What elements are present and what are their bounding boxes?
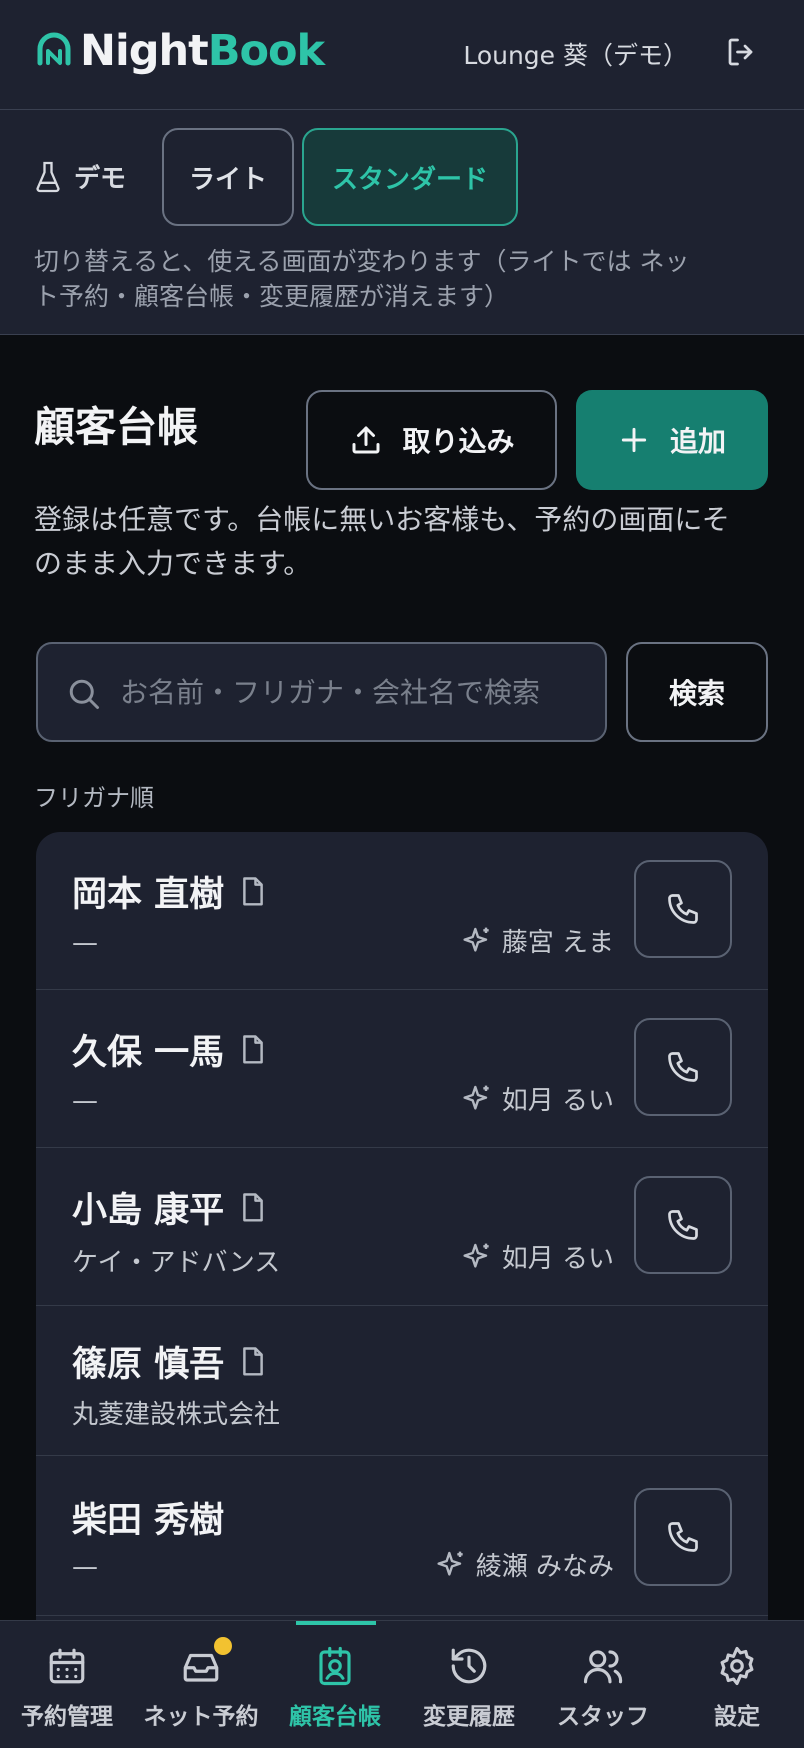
customer-row[interactable]: 小島 康平 ケイ・アドバンス 如月 るい — [36, 1148, 768, 1306]
flask-icon — [36, 161, 60, 192]
assigned-staff: 綾瀬 みなみ — [436, 1546, 614, 1583]
customer-name-text: 柴田 秀樹 — [72, 1501, 225, 1541]
demo-label-text: デモ — [74, 164, 127, 194]
history-icon — [451, 1648, 487, 1684]
assigned-staff-name: 綾瀬 みなみ — [475, 1552, 614, 1582]
demo-plan-bar: デモ ライト スタンダード 切り替えると、使える画面が変わります（ライトでは ネ… — [0, 110, 804, 335]
import-button[interactable]: 取り込み — [306, 390, 557, 490]
memo-icon — [243, 1192, 264, 1222]
assigned-staff-name: 如月 るい — [501, 1244, 614, 1274]
sparkle-icon — [463, 1243, 489, 1268]
customer-company: ケイ・アドバンス — [72, 1248, 281, 1278]
assigned-staff: 如月 るい — [462, 1238, 614, 1275]
plan-switch-note: 切り替えると、使える画面が変わります（ライトでは ネット予約・顧客台帳・変更履歴… — [34, 247, 690, 311]
sparkle-icon — [437, 1551, 463, 1576]
store-name: Lounge 葵（デモ） — [463, 41, 688, 70]
tab-label: 予約管理 — [21, 1704, 113, 1730]
add-button-label: 追加 — [669, 425, 726, 458]
phone-icon — [668, 1522, 698, 1552]
memo-icon — [243, 1034, 264, 1064]
assigned-staff: 藤宮 えま — [462, 922, 614, 959]
import-button-label: 取り込み — [402, 425, 515, 458]
tab-customer-ledger[interactable]: 顧客台帳 — [268, 1621, 402, 1748]
phone-icon — [668, 1210, 698, 1240]
tab-settings[interactable]: 設定 — [670, 1621, 804, 1748]
logo-text-book: Book — [207, 26, 325, 76]
customer-name: 久保 一馬 — [72, 1024, 268, 1075]
call-button[interactable] — [634, 1488, 732, 1586]
sparkle-icon — [463, 1085, 489, 1110]
customer-name-text: 岡本 直樹 — [72, 875, 225, 915]
customer-row[interactable]: 岡本 直樹 — 藤宮 えま — [36, 832, 768, 990]
customer-row[interactable]: 柴田 秀樹 — 綾瀬 みなみ — [36, 1456, 768, 1616]
calendar-icon — [49, 1648, 85, 1684]
customer-name: 柴田 秀樹 — [72, 1492, 224, 1543]
tab-reservations[interactable]: 予約管理 — [0, 1621, 134, 1748]
customer-name-text: 久保 一馬 — [72, 1033, 225, 1073]
customer-name: 小島 康平 — [72, 1182, 268, 1233]
logo-text-night: Night — [80, 26, 209, 76]
search-input[interactable] — [120, 644, 600, 740]
customer-row[interactable]: 久保 一馬 — 如月 るい — [36, 990, 768, 1148]
tab-label: 顧客台帳 — [289, 1704, 381, 1730]
gear-icon — [720, 1646, 754, 1686]
contact-book-icon — [319, 1646, 351, 1686]
phone-icon — [668, 894, 698, 924]
tab-label: スタッフ — [557, 1704, 649, 1730]
tab-label: 変更履歴 — [423, 1704, 515, 1730]
call-button[interactable] — [634, 1018, 732, 1116]
tab-staff[interactable]: スタッフ — [536, 1621, 670, 1748]
call-button[interactable] — [634, 1176, 732, 1274]
app-header: NightBook Lounge 葵（デモ） — [0, 0, 804, 110]
tab-label: 設定 — [714, 1704, 760, 1730]
memo-icon — [243, 1346, 264, 1376]
plan-lite-button[interactable]: ライト — [162, 128, 294, 226]
customer-name-text: 篠原 慎吾 — [72, 1345, 225, 1385]
call-button[interactable] — [634, 860, 732, 958]
app-logo[interactable]: NightBook — [34, 26, 325, 76]
customer-company: — — [72, 1086, 98, 1116]
users-icon — [583, 1650, 623, 1684]
customer-company: — — [72, 928, 98, 958]
add-customer-button[interactable]: 追加 — [576, 390, 768, 490]
page-description: 登録は任意です。台帳に無いお客様も、予約の画面にそのまま入力できます。 — [34, 503, 730, 580]
notification-badge — [214, 1637, 232, 1655]
tab-change-history[interactable]: 変更履歴 — [402, 1621, 536, 1748]
assigned-staff-name: 藤宮 えま — [501, 928, 614, 958]
page-title: 顧客台帳 — [34, 403, 198, 451]
customer-name-text: 小島 康平 — [72, 1191, 225, 1231]
logout-button[interactable] — [724, 34, 764, 74]
logo-mark-icon — [37, 32, 71, 66]
customer-company: — — [72, 1552, 98, 1582]
bottom-tab-bar: 予約管理 ネット予約 顧客台帳 変更履歴 スタッフ 設定 — [0, 1620, 804, 1748]
customer-row[interactable]: 篠原 慎吾 丸菱建設株式会社 — [36, 1306, 768, 1456]
plan-standard-button[interactable]: スタンダード — [302, 128, 518, 226]
customer-name: 篠原 慎吾 — [72, 1336, 268, 1387]
search-box — [36, 642, 607, 742]
sparkle-icon — [463, 927, 489, 952]
search-button[interactable]: 検索 — [626, 642, 768, 742]
customer-list: 岡本 直樹 — 藤宮 えま 久保 一馬 — 如月 るい 小島 康平 ケイ・アドバ… — [36, 832, 768, 1632]
logout-icon — [728, 38, 753, 66]
assigned-staff: 如月 るい — [462, 1080, 614, 1117]
memo-icon — [243, 876, 264, 906]
assigned-staff-name: 如月 るい — [501, 1086, 614, 1116]
sort-order-label: フリガナ順 — [34, 784, 154, 812]
customer-name: 岡本 直樹 — [72, 866, 268, 917]
demo-label: デモ — [34, 158, 126, 195]
tab-online-booking[interactable]: ネット予約 — [134, 1621, 268, 1748]
customer-company: 丸菱建設株式会社 — [72, 1400, 281, 1430]
upload-icon — [352, 426, 380, 454]
tab-label: ネット予約 — [143, 1704, 259, 1730]
phone-icon — [668, 1052, 698, 1082]
search-icon — [69, 679, 99, 709]
plus-icon — [621, 427, 647, 453]
